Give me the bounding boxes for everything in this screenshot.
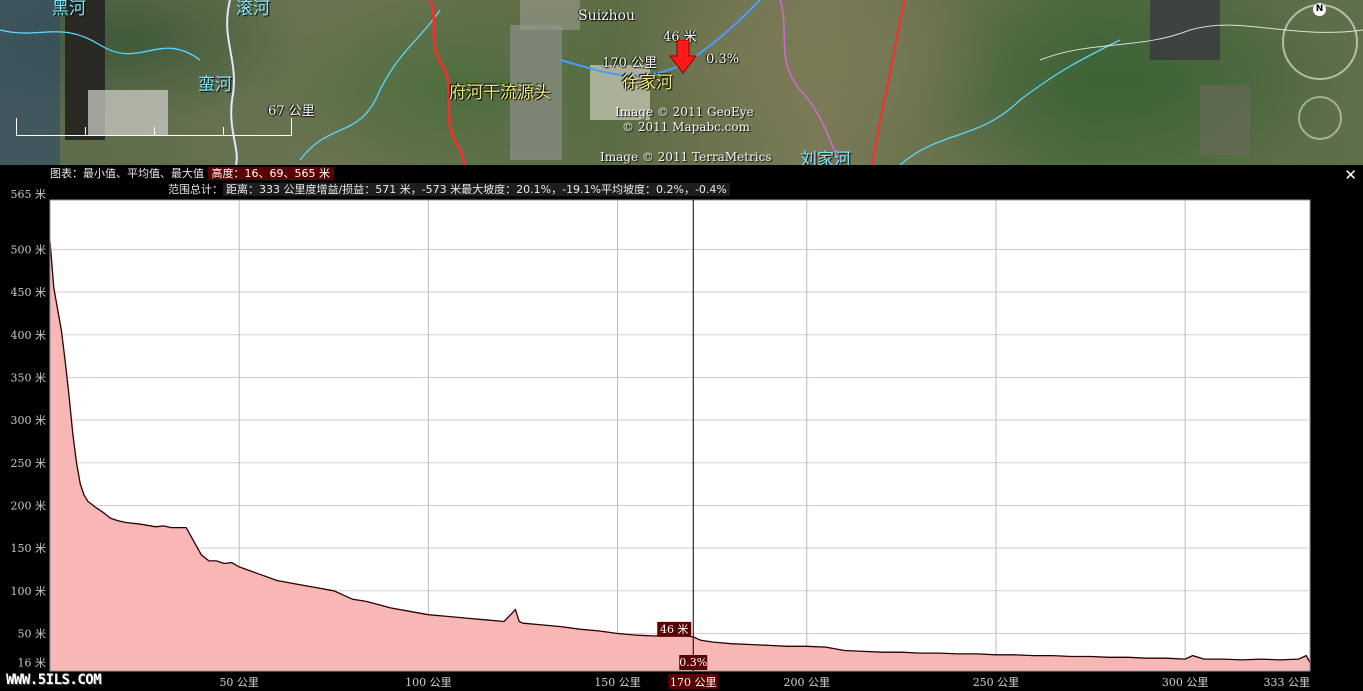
x-tick-label: 150 公里 <box>594 676 641 689</box>
cursor-elevation-label: 46 米 <box>660 623 689 636</box>
cursor-slope-label: 0.3% <box>679 656 707 669</box>
x-tick-label: 300 公里 <box>1162 676 1209 689</box>
y-tick-label: 400 米 <box>11 329 47 342</box>
y-tick-label: 50 米 <box>18 627 47 640</box>
x-tick-label: 333 公里 <box>1264 676 1311 689</box>
y-tick-label: 565 米 <box>11 188 47 201</box>
y-tick-label: 500 米 <box>11 243 47 256</box>
elevation-chart[interactable]: 16 米 50 米 100 米 150 米 200 米 250 米 300 米 350 米 40… <box>0 0 1363 691</box>
x-tick-label: 100 公里 <box>405 676 452 689</box>
x-tick-label: 50 公里 <box>219 676 259 689</box>
y-tick-label: 200 米 <box>11 499 47 512</box>
x-tick-label: 250 公里 <box>973 676 1020 689</box>
y-tick-label: 250 米 <box>11 457 47 470</box>
y-tick-label: 300 米 <box>11 414 47 427</box>
watermark-logo: WWW.5ILS.COM <box>6 672 102 688</box>
y-tick-label: 450 米 <box>11 286 47 299</box>
y-tick-label: 100 米 <box>11 585 47 598</box>
x-tick-label: 200 公里 <box>784 676 831 689</box>
y-tick-label: 350 米 <box>11 371 47 384</box>
y-tick-label: 150 米 <box>11 542 47 555</box>
y-tick-label: 16 米 <box>18 656 47 669</box>
cursor-distance-label: 170 公里 <box>670 676 717 689</box>
